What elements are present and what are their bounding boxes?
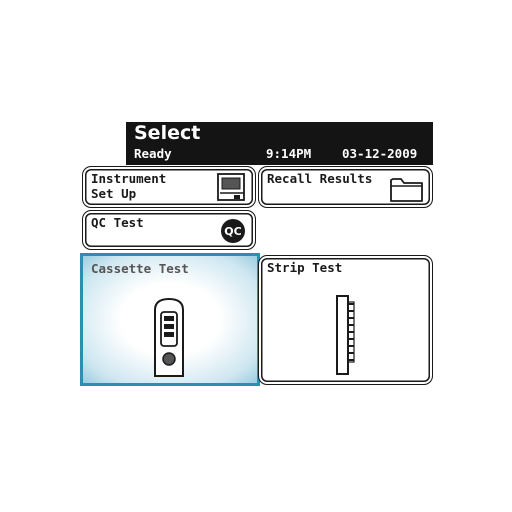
qc-test-label: QC Test: [91, 215, 144, 230]
monitor-icon: [217, 173, 245, 201]
recall-results-label: Recall Results: [267, 171, 373, 186]
recall-results-button[interactable]: Recall Results: [258, 166, 433, 208]
cassette-test-label: Cassette Test: [91, 261, 189, 276]
instrument-setup-label: Instrument Set Up: [91, 171, 167, 201]
cassette-test-button[interactable]: Cassette Test: [80, 253, 260, 386]
screen-title: Select: [134, 122, 201, 144]
qc-test-button[interactable]: QC Test QC: [82, 210, 256, 250]
strip-test-label: Strip Test: [267, 260, 343, 275]
cassette-icon: [154, 297, 184, 377]
strip-test-button[interactable]: Strip Test: [258, 255, 433, 385]
status-text: Ready: [134, 146, 172, 161]
qc-icon: QC: [221, 219, 245, 243]
header-bar: Select Ready 9:14PM 03-12-2009: [126, 122, 433, 165]
clock-date: 03-12-2009: [342, 146, 418, 161]
clock-time: 9:14PM: [266, 146, 312, 161]
instrument-setup-button[interactable]: Instrument Set Up: [82, 166, 256, 208]
folder-icon: [390, 178, 423, 202]
strip-icon: [336, 295, 355, 375]
